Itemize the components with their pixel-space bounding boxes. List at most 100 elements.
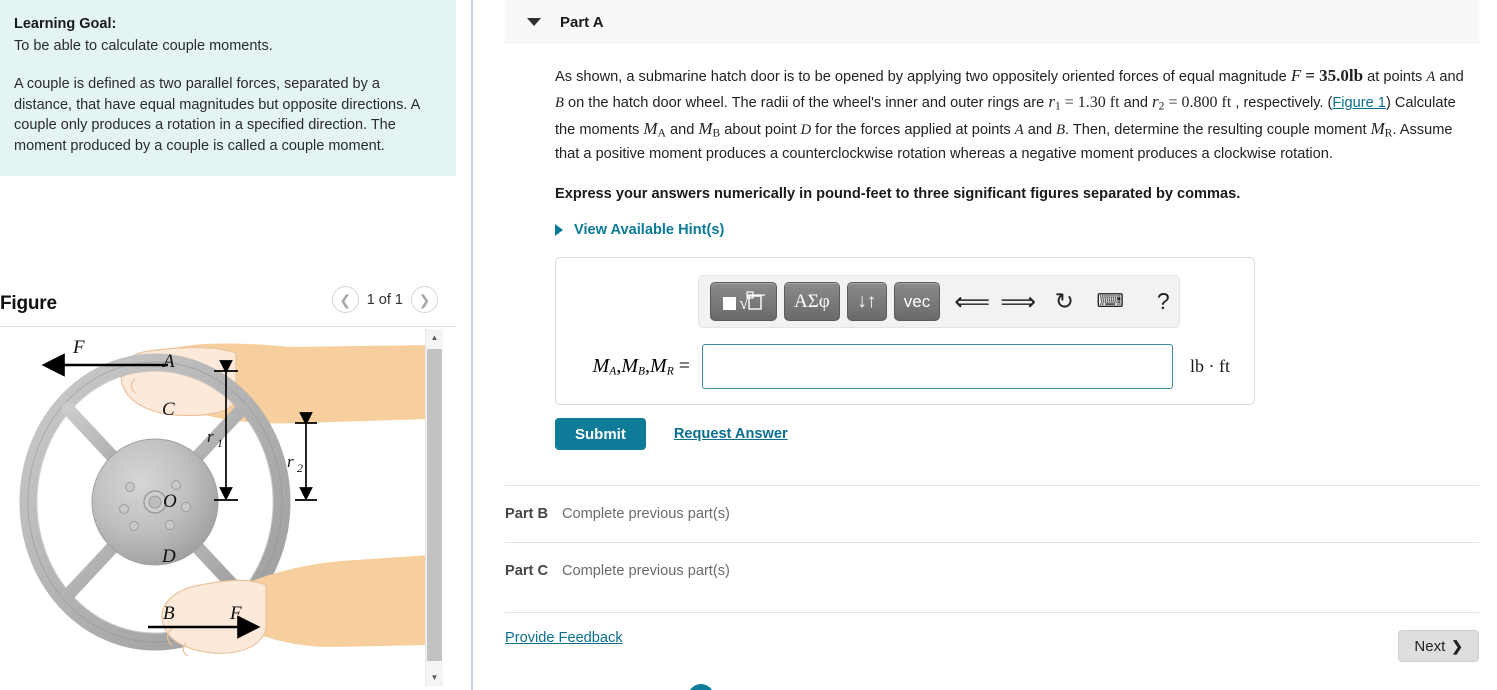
part-c-status: Complete previous part(s) (561, 563, 730, 579)
problem-statement: As shown, a submarine hatch door is to b… (555, 63, 1476, 165)
submit-button[interactable]: Submit (555, 418, 646, 450)
template-icon: √ (722, 290, 765, 313)
label-m-r: M (650, 355, 667, 377)
dimension-r2: r 2 (287, 412, 317, 501)
point-label-a: A (161, 351, 175, 372)
provide-feedback-link[interactable]: Provide Feedback (505, 630, 623, 646)
figure-header: Figure ❮ 1 of 1 ❯ (0, 283, 456, 324)
arrows-button[interactable]: ↓↑ (846, 282, 887, 321)
triangle-down-icon: ▼ (430, 673, 439, 682)
label-sub-b: B (637, 365, 646, 378)
figure-prev-button[interactable]: ❮ (331, 286, 359, 313)
help-icon[interactable]: ? (1149, 287, 1177, 317)
figure-1-link[interactable]: Figure 1 (1332, 95, 1386, 111)
r1-subscript: 1 (1054, 100, 1061, 113)
math-toolbar: √ ΑΣφ ↓↑ vec ⟸ ⟹ ↻ ⌨ ? (698, 275, 1180, 328)
chevron-right-icon: ❯ (1451, 637, 1463, 654)
figure-nav: ❮ 1 of 1 ❯ (331, 286, 438, 313)
problem-text-2: at points (1363, 69, 1427, 85)
r1-symbol: r (1048, 92, 1055, 112)
force-equals: = (1305, 66, 1315, 85)
force-symbol: F (1290, 66, 1302, 85)
figure-counter: 1 of 1 (366, 291, 403, 308)
learning-goal-subtitle: To be able to calculate couple moments. (14, 38, 273, 55)
figure-pane: F A B F C D O r 1 r 2 (0, 326, 456, 686)
next-button-label: Next (1414, 637, 1446, 655)
view-hints-label: View Available Hint(s) (574, 222, 725, 238)
r1-subscript: 1 (217, 436, 223, 450)
part-a-header[interactable]: Part A (505, 0, 1479, 45)
answer-units: lb · ft (1190, 356, 1230, 376)
figure-title: Figure (0, 292, 57, 314)
divider-part-c (505, 542, 1479, 543)
request-answer-link[interactable]: Request Answer (674, 426, 788, 442)
mr-symbol: M (1370, 119, 1385, 139)
learning-goal-body: A couple is defined as two parallel forc… (14, 76, 420, 154)
part-b-row[interactable]: Part B Complete previous part(s) (505, 494, 1479, 534)
problem-text-3: and (1435, 69, 1464, 85)
force-value: 35.0lb (1319, 66, 1364, 85)
answer-row: MA,MB,MR = lb · ft (556, 344, 1256, 389)
view-hints-toggle[interactable]: View Available Hint(s) (555, 222, 724, 238)
reset-icon[interactable]: ↻ (1050, 287, 1078, 317)
column-divider (471, 0, 473, 690)
force-label-top: F (72, 337, 85, 358)
label-m-a: M (592, 355, 610, 377)
problem-text-4: on the hatch door wheel. The radii of th… (563, 95, 1049, 112)
keyboard-icon[interactable]: ⌨ (1096, 287, 1124, 317)
learning-goal-title: Learning Goal: (14, 16, 117, 32)
page-root: Learning Goal: To be able to calculate c… (0, 0, 1497, 690)
label-m-b: M (621, 355, 638, 377)
answer-label: MA,MB,MR = (556, 355, 702, 378)
figure-scrollbar[interactable]: ▲ ▼ (425, 329, 443, 686)
problem-text-11: and (1023, 122, 1057, 139)
r1-value: = 1.30 ft (1064, 94, 1120, 112)
problem-text-6: , respectively. ( (1231, 95, 1333, 112)
scrollbar-thumb[interactable] (427, 349, 442, 661)
ma-subscript: A (657, 127, 666, 140)
chevron-left-icon: ❮ (339, 291, 352, 308)
label-sub-r: R (666, 365, 674, 378)
submit-row: Submit Request Answer (555, 418, 788, 450)
problem-text-12: . Then, determine the resulting couple m… (1065, 122, 1371, 139)
center-label-o: O (163, 491, 177, 512)
answer-format-instruction: Express your answers numerically in poun… (555, 186, 1241, 202)
scroll-down-button[interactable]: ▼ (426, 669, 443, 686)
part-c-row[interactable]: Part C Complete previous part(s) (505, 551, 1479, 591)
redo-icon[interactable]: ⟹ (1000, 287, 1036, 317)
chevron-right-icon: ❯ (418, 291, 431, 308)
part-a-label: Part A (560, 13, 604, 31)
r2-label: r (287, 452, 294, 471)
greek-letters-button[interactable]: ΑΣφ (784, 282, 840, 321)
r1-label: r (207, 427, 214, 446)
problem-text-9: about point (720, 122, 801, 139)
caret-down-icon[interactable] (527, 18, 541, 26)
r2-symbol: r (1152, 92, 1159, 112)
label-equals: = (678, 355, 690, 377)
ma-symbol: M (643, 119, 658, 139)
hatch-wheel-diagram: F A B F C D O r 1 r 2 (19, 337, 430, 657)
learning-goal-panel: Learning Goal: To be able to calculate c… (0, 0, 456, 177)
point-b-ref: B (555, 95, 564, 112)
point-label-c: C (162, 399, 175, 420)
footer-divider (505, 612, 1479, 613)
vector-button[interactable]: vec (893, 282, 941, 321)
undo-icon[interactable]: ⟸ (954, 287, 990, 317)
math-template-button[interactable]: √ (710, 282, 777, 321)
point-label-d: D (161, 546, 176, 567)
left-panel: Learning Goal: To be able to calculate c… (0, 0, 456, 690)
point-d-ref: D (800, 122, 812, 139)
problem-paragraph: As shown, a submarine hatch door is to b… (555, 63, 1476, 165)
figure-next-button[interactable]: ❯ (411, 286, 438, 313)
part-c-label: Part C (505, 563, 548, 579)
answer-input[interactable] (702, 344, 1173, 389)
problem-text-1: As shown, a submarine hatch door is to b… (555, 69, 1291, 85)
r2-subscript: 2 (297, 461, 303, 475)
scroll-up-button[interactable]: ▲ (426, 329, 443, 346)
mb-symbol: M (698, 119, 713, 139)
next-button[interactable]: Next ❯ (1398, 630, 1479, 662)
problem-text-8: and (665, 122, 699, 139)
force-label-bottom: F (229, 603, 242, 624)
answer-container: √ ΑΣφ ↓↑ vec ⟸ ⟹ ↻ ⌨ ? MA,MB,MR = lb · f… (555, 257, 1255, 405)
divider-part-b (505, 485, 1479, 486)
